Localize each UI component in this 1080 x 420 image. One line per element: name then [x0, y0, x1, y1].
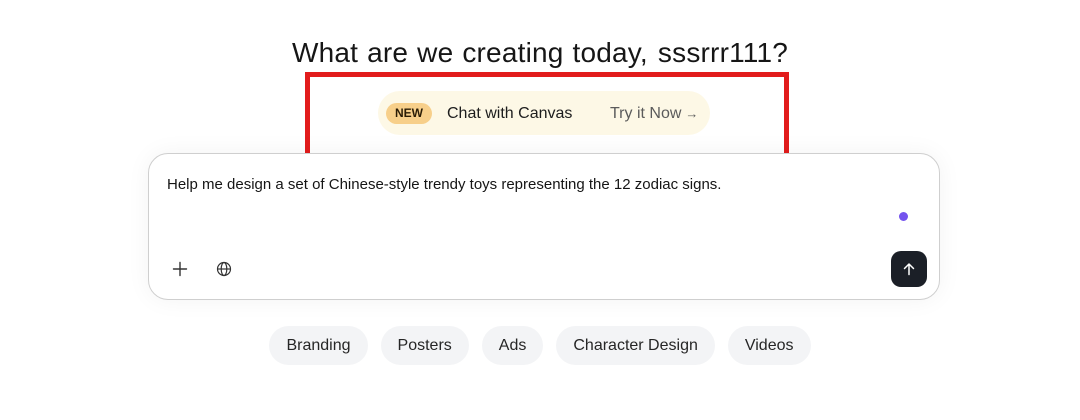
chip-branding[interactable]: Branding	[269, 326, 368, 365]
try-it-now-label: Try it Now	[610, 105, 682, 122]
send-button[interactable]	[891, 251, 927, 287]
prompt-composer[interactable]: Help me design a set of Chinese-style tr…	[148, 153, 940, 300]
globe-icon	[216, 261, 232, 277]
chip-videos[interactable]: Videos	[727, 326, 811, 365]
plus-icon	[172, 261, 188, 277]
page-title: What are we creating today, sssrrr111?	[0, 34, 1080, 72]
chip-posters[interactable]: Posters	[380, 326, 469, 365]
arrow-up-icon	[903, 263, 915, 276]
username: sssrrr111?	[657, 37, 789, 68]
promo-title: Chat with Canvas	[447, 105, 573, 122]
page: What are we creating today, sssrrr111? NE…	[0, 0, 1080, 420]
try-it-now-link[interactable]: Try it Now →	[610, 103, 698, 124]
chip-character-design[interactable]: Character Design	[556, 326, 715, 365]
new-badge: NEW	[386, 103, 432, 124]
chip-ads[interactable]: Ads	[481, 326, 544, 365]
add-attachment-button[interactable]	[167, 256, 193, 282]
page-title-text: What are we creating today,	[291, 37, 648, 68]
arrow-right-icon: →	[685, 106, 699, 121]
prompt-input[interactable]: Help me design a set of Chinese-style tr…	[167, 175, 721, 195]
status-dot	[899, 212, 908, 221]
suggestion-chips: Branding Posters Ads Character Design Vi…	[0, 326, 1080, 365]
web-search-button[interactable]	[211, 256, 237, 282]
canvas-promo-banner[interactable]: NEW Chat with Canvas Try it Now →	[378, 91, 710, 135]
